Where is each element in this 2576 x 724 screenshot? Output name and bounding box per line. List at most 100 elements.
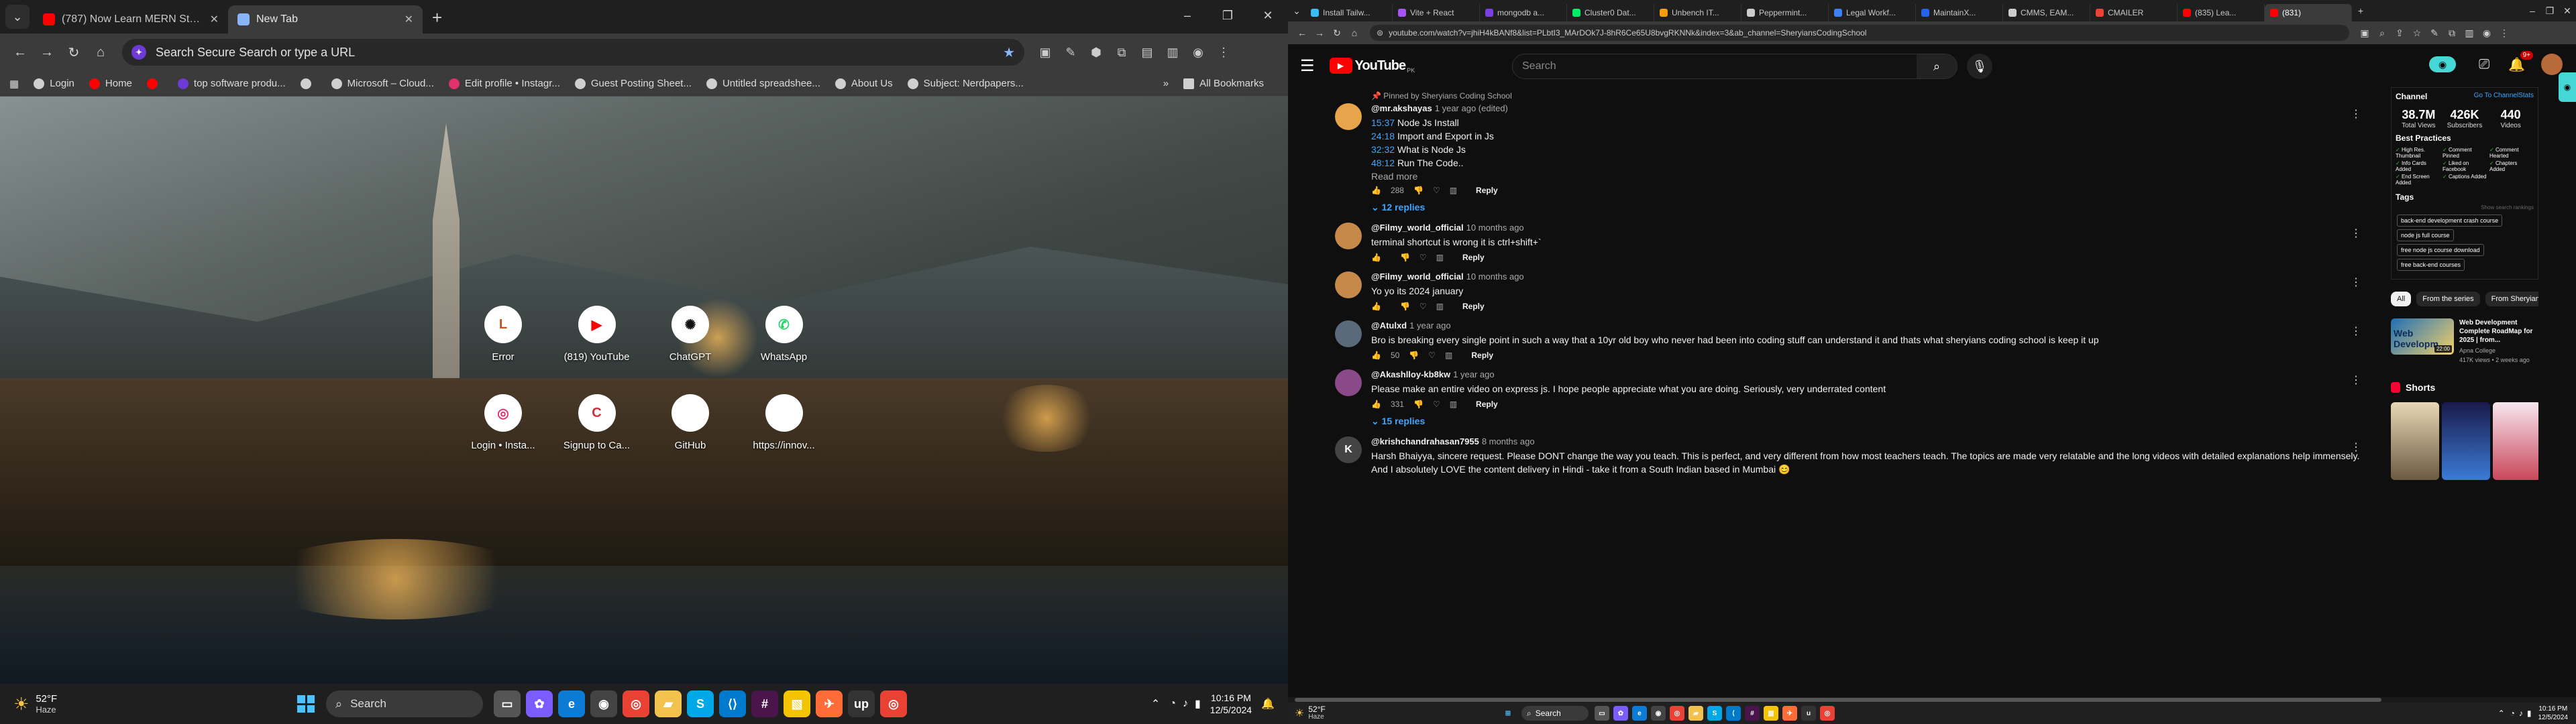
zoom-icon[interactable]: ⌕ — [2373, 24, 2391, 42]
shortcut-tile[interactable]: ✆ WhatsApp — [744, 306, 824, 363]
tab-new-tab[interactable]: New Tab ✕ — [228, 5, 423, 34]
taskbar-clock[interactable]: 10:16 PM 12/5/2024 — [2538, 705, 2569, 722]
comment-time[interactable]: 10 months ago — [1466, 272, 1524, 282]
extension-icon[interactable]: ✎ — [1058, 40, 1083, 65]
timestamp-link[interactable]: 32:32 — [1371, 144, 1395, 155]
dislike-icon[interactable]: 👎 — [1413, 400, 1424, 409]
slack-icon[interactable]: # — [751, 690, 778, 717]
scrollbar-thumb[interactable] — [1295, 698, 2381, 702]
extension-toggle-icon[interactable]: ◉ — [2429, 56, 2457, 72]
shortcut-tile[interactable]: https://innov... — [744, 394, 824, 451]
side-panel-icon[interactable]: ▥ — [2461, 24, 2478, 42]
menu-kebab-icon[interactable]: ⋮ — [2496, 24, 2513, 42]
upwork-icon[interactable]: up — [848, 690, 875, 717]
site-info-icon[interactable]: ⊜ — [1377, 28, 1383, 38]
browser-tab[interactable]: (831) — [2265, 4, 2352, 21]
like-icon[interactable]: 👍 — [1371, 400, 1381, 409]
analytics-icon[interactable]: ▥ — [1450, 186, 1457, 195]
account-avatar[interactable] — [2541, 54, 2563, 75]
youtube-logo[interactable]: ▶ YouTube PK — [1329, 58, 1415, 74]
dislike-icon[interactable]: 👎 — [1413, 186, 1424, 195]
notifications-bell-icon[interactable]: 🔔 9+ — [2508, 50, 2533, 73]
recommended-video[interactable]: Web Developm 22:00 Web Development Compl… — [2391, 318, 2538, 363]
extension-icon[interactable]: ✎ — [2426, 24, 2443, 42]
filter-chip[interactable]: All — [2391, 292, 2412, 306]
shortcut-tile[interactable]: C Signup to Ca... — [557, 394, 637, 451]
bookmark-item[interactable]: top software produ... — [177, 78, 286, 89]
maximize-icon[interactable]: ❐ — [1208, 0, 1248, 31]
bookmark-item[interactable]: Microsoft – Cloud... — [331, 78, 434, 89]
comment-menu-kebab-icon[interactable]: ⋮ — [2351, 373, 2361, 387]
comment-author[interactable]: @Filmy_world_official — [1371, 272, 1464, 282]
comment-time[interactable]: 1 year ago — [1453, 369, 1494, 379]
go-to-channelstats-link[interactable]: Go To ChannelStats — [2474, 92, 2534, 101]
view-replies-button[interactable]: ⌄ 12 replies — [1371, 202, 2375, 213]
comment-menu-kebab-icon[interactable]: ⋮ — [2351, 440, 2361, 454]
task-view-icon[interactable]: ▭ — [494, 690, 521, 717]
volume-icon[interactable]: ♪ — [2519, 709, 2523, 718]
analytics-icon[interactable]: ▥ — [1445, 351, 1452, 360]
show-search-rankings-toggle[interactable]: Show search rankings — [2396, 204, 2534, 210]
commenter-avatar[interactable] — [1335, 272, 1362, 298]
filter-chip[interactable]: From the series — [2416, 292, 2480, 306]
bookmark-item[interactable]: Edit profile • Instagr... — [448, 78, 560, 89]
obs-icon[interactable]: ◉ — [1651, 706, 1666, 721]
browser-tab[interactable]: Unbench IT... — [1654, 4, 1741, 21]
browser-tab[interactable]: Peppermint... — [1741, 4, 1829, 21]
browser-tab[interactable]: CMAILER — [2090, 4, 2178, 21]
video-title[interactable]: Web Development Complete RoadMap for 202… — [2459, 318, 2538, 345]
wifi-icon[interactable]: ◔ — [1169, 698, 1176, 710]
tab-search-button[interactable]: ⌄ — [5, 5, 30, 29]
shortcut-tile[interactable]: ✺ ChatGPT — [650, 306, 731, 363]
bookmark-star-icon[interactable]: ☆ — [2408, 24, 2426, 42]
sticky-notes-icon[interactable]: ▧ — [784, 690, 810, 717]
extension-icon[interactable]: ⬢ — [1083, 40, 1109, 65]
notification-bell-icon[interactable]: 🔔 — [1261, 697, 1275, 711]
browser-tab[interactable]: MaintainX... — [1916, 4, 2003, 21]
video-tag[interactable]: free node js course download — [2397, 244, 2484, 256]
short-thumbnail[interactable] — [2391, 402, 2439, 480]
address-bar[interactable]: ✦ Search Secure Search or type a URL ★ — [122, 39, 1024, 66]
browser-tab[interactable]: CMMS, EAM... — [2003, 4, 2090, 21]
taskbar-search[interactable]: ⌕ Search — [326, 690, 483, 717]
close-window-icon[interactable]: ✕ — [1248, 0, 1288, 31]
commenter-avatar[interactable]: K — [1335, 436, 1362, 463]
windows-start-icon[interactable] — [294, 692, 318, 716]
extensions-puzzle-icon[interactable]: ⧉ — [1109, 40, 1134, 65]
shortcut-tile[interactable]: GitHub — [650, 394, 731, 451]
browser-tab[interactable]: Legal Workf... — [1829, 4, 1916, 21]
view-replies-button[interactable]: ⌄ 15 replies — [1371, 416, 2375, 427]
skype-icon[interactable]: S — [1707, 706, 1722, 721]
bookmark-item[interactable]: Untitled spreadshee... — [706, 78, 820, 89]
menu-kebab-icon[interactable]: ⋮ — [1211, 40, 1236, 65]
taskbar-clock[interactable]: 10:16 PM 12/5/2024 — [1210, 692, 1252, 716]
wifi-icon[interactable]: ◔ — [2510, 709, 2515, 718]
file-explorer-icon[interactable]: ▰ — [655, 690, 682, 717]
home-icon[interactable]: ⌂ — [87, 39, 114, 66]
dislike-icon[interactable]: 👎 — [1409, 351, 1419, 360]
forward-arrow-icon[interactable]: → — [1311, 24, 1328, 42]
tab-search-button[interactable]: ⌄ — [1288, 2, 1305, 19]
vscode-icon[interactable]: ⟨⟩ — [719, 690, 746, 717]
commenter-avatar[interactable] — [1335, 223, 1362, 249]
apps-grid-icon[interactable]: ▦ — [9, 78, 19, 90]
comment-menu-kebab-icon[interactable]: ⋮ — [2351, 227, 2361, 240]
reply-button[interactable]: Reply — [1476, 400, 1498, 409]
tab-youtube[interactable]: (787) Now Learn MERN Stack w... ✕ — [34, 5, 228, 34]
side-panel-icon[interactable]: ▥ — [1160, 40, 1185, 65]
reply-button[interactable]: Reply — [1462, 302, 1485, 311]
search-input[interactable]: Search — [1513, 60, 1917, 72]
weather-widget[interactable]: ☀ 52°F Haze — [1295, 705, 1326, 721]
browser-tab[interactable]: (835) Lea... — [2178, 4, 2265, 21]
all-bookmarks-folder[interactable]: All Bookmarks — [1183, 78, 1264, 89]
voice-search-mic-icon[interactable]: 🎙 — [1967, 54, 1992, 79]
edge-icon[interactable]: e — [558, 690, 585, 717]
battery-icon[interactable]: ▮ — [2527, 709, 2532, 718]
bookmark-item[interactable]: About Us — [835, 78, 893, 89]
more-bookmarks-icon[interactable]: » — [1163, 78, 1169, 89]
browser-tab[interactable]: Vite + React — [1393, 4, 1480, 21]
commenter-avatar[interactable] — [1335, 369, 1362, 396]
extension-side-button-icon[interactable]: ◉ — [2559, 72, 2576, 102]
like-icon[interactable]: 👍 — [1371, 253, 1381, 262]
reload-icon[interactable]: ↻ — [60, 39, 87, 66]
